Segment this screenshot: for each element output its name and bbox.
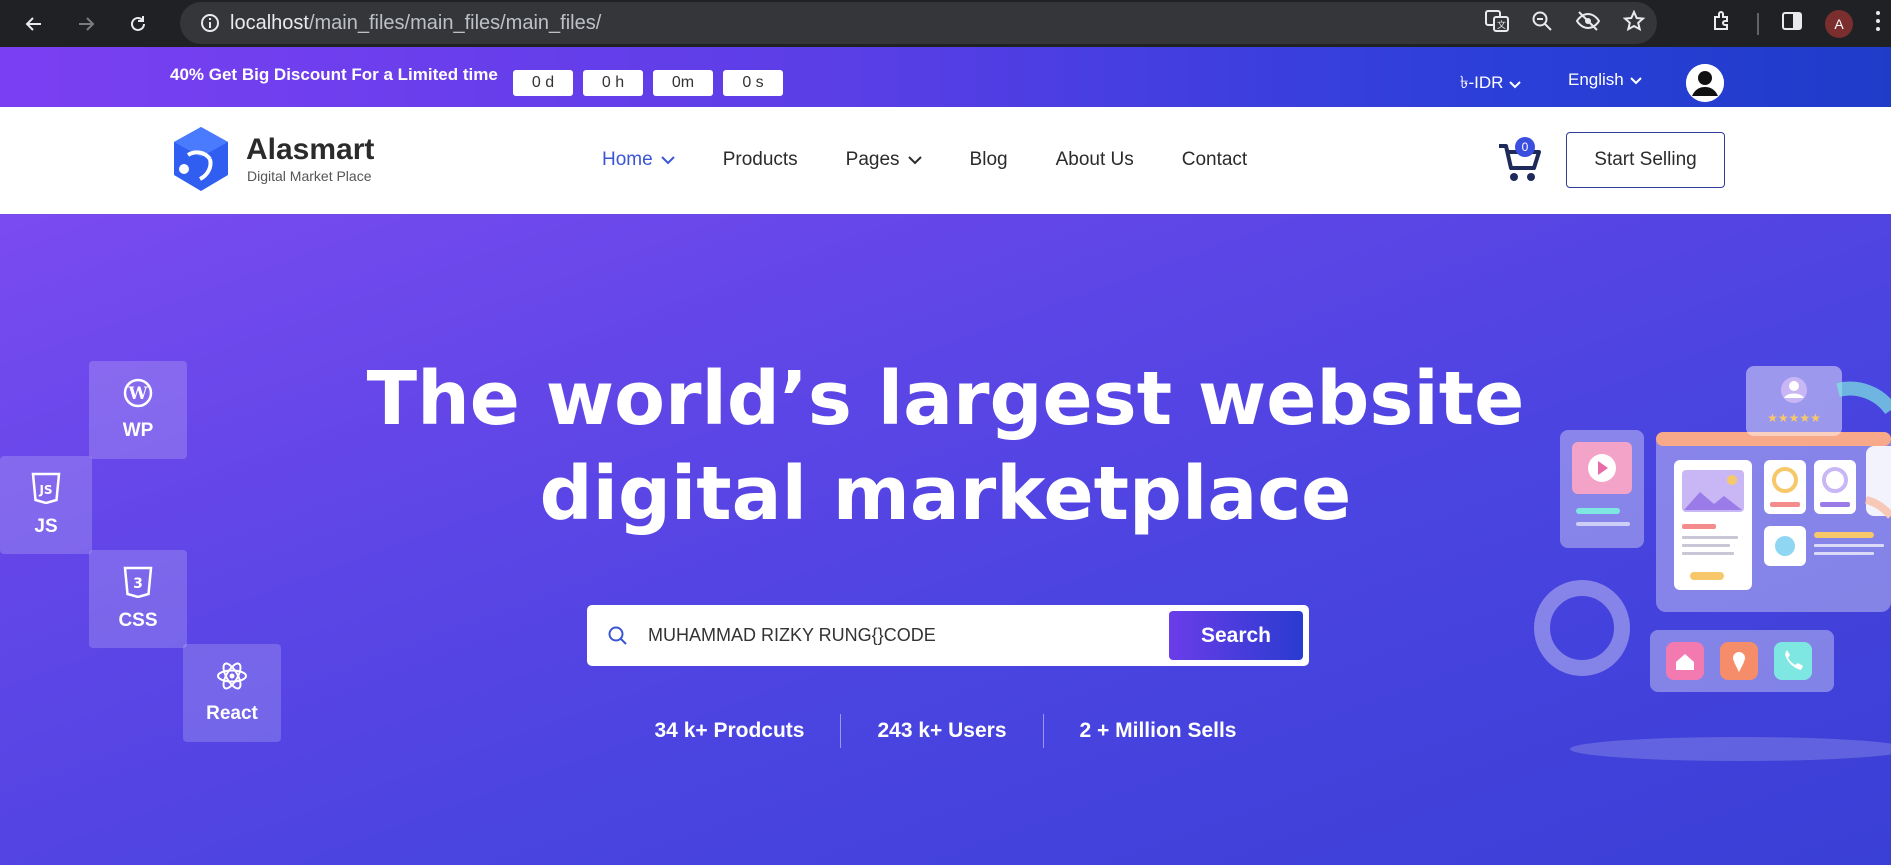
nav-contact-label: Contact bbox=[1181, 149, 1248, 170]
css3-icon: 3 bbox=[123, 566, 153, 604]
profile-avatar[interactable]: A bbox=[1825, 9, 1853, 38]
cart-count-badge: 0 bbox=[1515, 137, 1535, 157]
tile-wordpress[interactable]: W WP bbox=[89, 361, 187, 459]
svg-text:W: W bbox=[127, 384, 148, 404]
countdown-seconds: 0 s bbox=[723, 70, 783, 96]
stat-users: 243 k+ Users bbox=[877, 719, 1007, 742]
url-text[interactable]: localhost/main_files/main_files/main_fil… bbox=[230, 12, 601, 35]
discount-percent: 40% bbox=[170, 65, 205, 84]
nav-about-us[interactable]: About Us bbox=[1056, 149, 1134, 171]
nav-pages-label: Pages bbox=[845, 149, 900, 170]
chevron-down-icon bbox=[1630, 70, 1642, 90]
javascript-icon: JS bbox=[31, 472, 61, 510]
nav-home-label: Home bbox=[602, 149, 653, 170]
currency-selector[interactable]: ৳-IDR bbox=[1460, 70, 1522, 98]
bookmark-star-icon[interactable] bbox=[1622, 9, 1646, 37]
language-selector[interactable]: English bbox=[1568, 70, 1642, 90]
svg-text:★★★★★: ★★★★★ bbox=[1767, 411, 1821, 425]
countdown-hours: 0 h bbox=[583, 70, 643, 96]
nav-home[interactable]: Home bbox=[602, 149, 675, 171]
tile-javascript-label: JS bbox=[34, 516, 58, 537]
logo-name[interactable]: Alasmart bbox=[246, 133, 374, 167]
discount-text: Get Big Discount For a Limited time bbox=[204, 65, 498, 84]
language-label: English bbox=[1568, 70, 1624, 89]
svg-text:3: 3 bbox=[133, 576, 143, 592]
side-panel-icon[interactable] bbox=[1781, 10, 1803, 37]
site-info-icon[interactable] bbox=[190, 13, 230, 33]
zoom-icon[interactable] bbox=[1531, 10, 1553, 37]
search-button[interactable]: Search bbox=[1169, 611, 1303, 660]
tile-react-label: React bbox=[206, 703, 258, 724]
chevron-down-icon bbox=[660, 149, 675, 171]
react-icon bbox=[216, 661, 248, 697]
toolbar-divider bbox=[1757, 12, 1759, 35]
tile-css[interactable]: 3 CSS bbox=[89, 550, 187, 648]
countdown-timer: 0 d 0 h 0m 0 s bbox=[513, 70, 783, 96]
translate-icon[interactable]: 文 bbox=[1485, 9, 1509, 37]
nav-products-label: Products bbox=[722, 149, 798, 170]
extensions-icon[interactable] bbox=[1711, 9, 1735, 38]
search-icon bbox=[606, 624, 630, 648]
menu-dots-icon[interactable] bbox=[1875, 10, 1881, 37]
chevron-down-icon bbox=[1509, 74, 1522, 94]
alasmart-logo-icon[interactable] bbox=[170, 125, 232, 195]
reload-icon[interactable] bbox=[120, 6, 156, 42]
eye-hidden-icon[interactable] bbox=[1575, 10, 1601, 37]
dashboard-illustration: ★★★★★ bbox=[1520, 360, 1891, 760]
nav-pages[interactable]: Pages bbox=[846, 149, 922, 171]
search-input[interactable] bbox=[648, 613, 1158, 657]
nav-about-us-label: About Us bbox=[1055, 149, 1134, 170]
url-path: /main_files/main_files/main_files/ bbox=[308, 11, 602, 34]
logo-tagline: Digital Market Place bbox=[247, 168, 372, 184]
address-bar[interactable]: localhost/main_files/main_files/main_fil… bbox=[180, 2, 1657, 44]
stat-sells: 2 + Million Sells bbox=[1079, 719, 1237, 742]
start-selling-button[interactable]: Start Selling bbox=[1566, 132, 1725, 188]
countdown-minutes: 0m bbox=[653, 70, 713, 96]
tile-javascript[interactable]: JS JS bbox=[0, 456, 92, 554]
tile-react[interactable]: React bbox=[183, 644, 281, 742]
chevron-down-icon bbox=[907, 149, 922, 171]
main-navigation: Home Products Pages Blog About Us Contac… bbox=[602, 149, 1247, 171]
nav-products[interactable]: Products bbox=[723, 149, 798, 171]
forward-arrow-icon[interactable] bbox=[68, 6, 104, 42]
promo-text: 40% Get Big Discount For a Limited time bbox=[170, 65, 498, 85]
tile-wordpress-label: WP bbox=[122, 420, 154, 441]
back-arrow-icon[interactable] bbox=[16, 6, 52, 42]
nav-blog[interactable]: Blog bbox=[970, 149, 1008, 171]
url-host: localhost bbox=[230, 11, 309, 34]
currency-label: ৳-IDR bbox=[1460, 73, 1504, 92]
user-account-icon[interactable] bbox=[1686, 64, 1724, 102]
svg-text:JS: JS bbox=[38, 483, 52, 497]
tile-css-label: CSS bbox=[118, 610, 158, 631]
nav-contact[interactable]: Contact bbox=[1182, 149, 1247, 171]
stat-products: 34 k+ Prodcuts bbox=[654, 719, 805, 742]
svg-text:文: 文 bbox=[1497, 19, 1506, 31]
wordpress-icon: W bbox=[123, 378, 153, 414]
nav-blog-label: Blog bbox=[969, 149, 1008, 170]
countdown-days: 0 d bbox=[513, 70, 573, 96]
